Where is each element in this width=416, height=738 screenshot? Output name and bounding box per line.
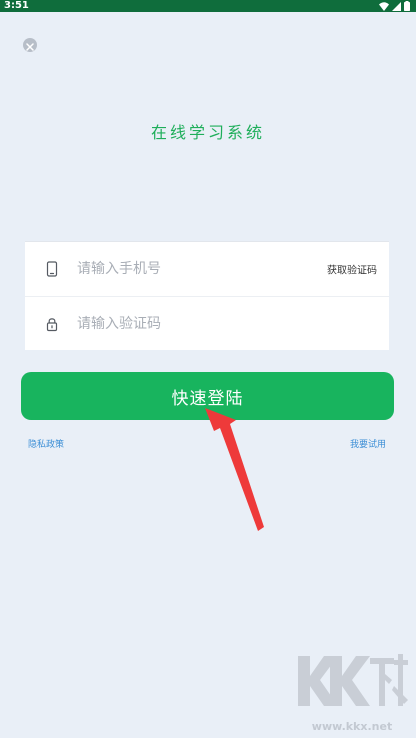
phone-input[interactable] bbox=[77, 257, 307, 281]
battery-icon bbox=[404, 1, 410, 11]
red-arrow-icon bbox=[205, 408, 264, 531]
wifi-icon bbox=[379, 1, 389, 11]
lock-icon bbox=[46, 316, 58, 332]
watermark-logo bbox=[298, 654, 408, 706]
code-row bbox=[25, 297, 389, 351]
watermark: www.kkx.net bbox=[292, 650, 412, 735]
close-icon bbox=[26, 36, 34, 55]
status-bar: 3:51 bbox=[0, 0, 416, 12]
free-trial-link[interactable]: 我要试用 bbox=[350, 437, 386, 450]
app-title: 在线学习系统 bbox=[150, 123, 265, 142]
signal-icon bbox=[392, 1, 401, 11]
status-icons bbox=[379, 1, 410, 11]
login-form: 获取验证码 bbox=[25, 241, 389, 350]
privacy-policy-link[interactable]: 隐私政策 bbox=[28, 437, 64, 450]
phone-icon bbox=[46, 261, 58, 277]
get-code-button[interactable]: 获取验证码 bbox=[327, 262, 377, 277]
phone-row: 获取验证码 bbox=[25, 242, 389, 297]
status-time: 3:51 bbox=[4, 0, 29, 11]
quick-login-button[interactable]: 快速登陆 bbox=[21, 372, 394, 420]
close-button[interactable] bbox=[23, 38, 37, 52]
watermark-url: www.kkx.net bbox=[311, 720, 393, 733]
verification-code-input[interactable] bbox=[77, 312, 307, 336]
